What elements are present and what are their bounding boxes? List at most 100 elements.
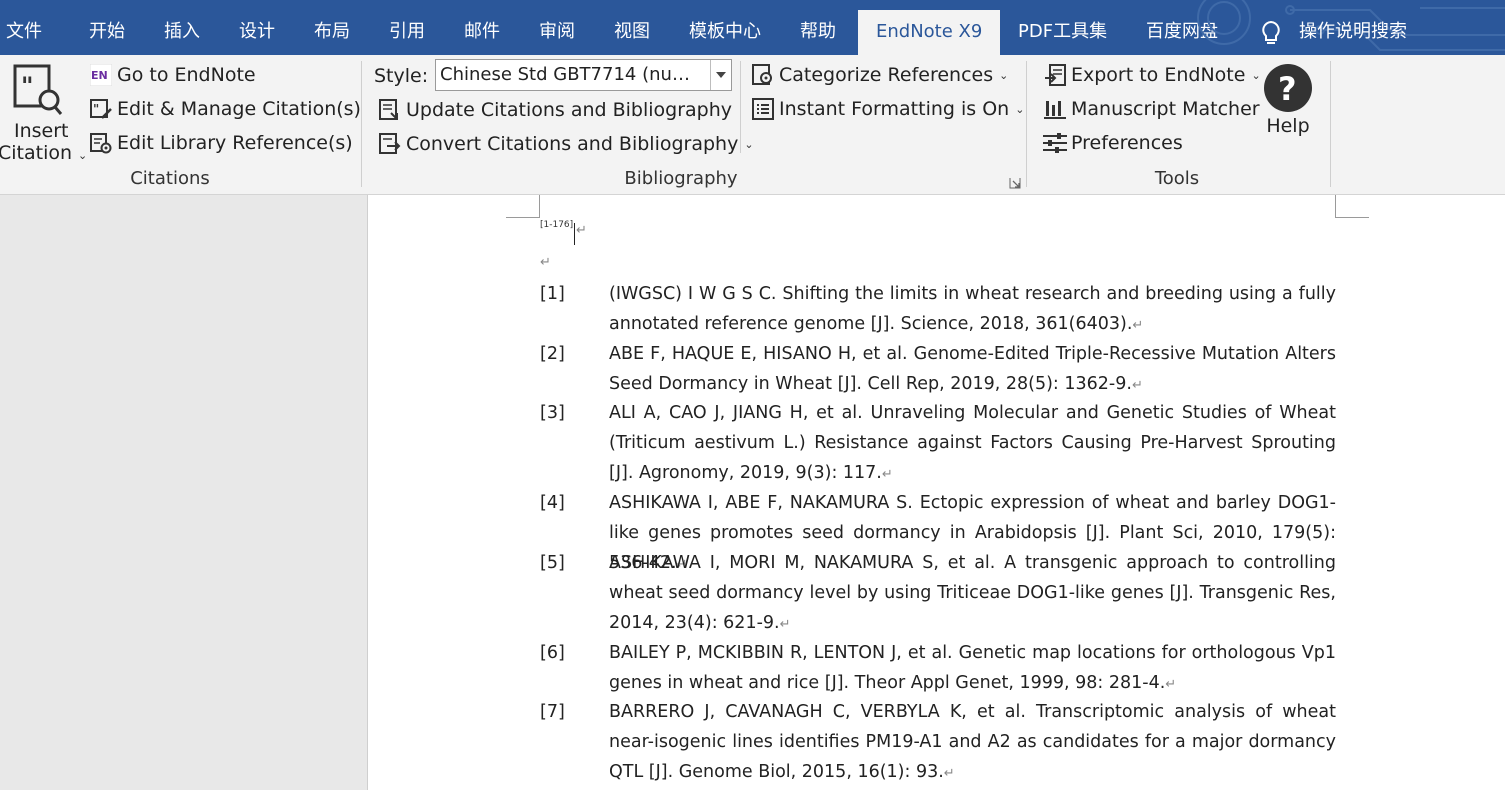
reference-number: [5] bbox=[540, 553, 565, 573]
convert-citations-label: Convert Citations and Bibliography bbox=[406, 133, 739, 155]
chevron-down-icon: ⌄ bbox=[744, 137, 754, 151]
tab-design[interactable]: 设计 bbox=[239, 0, 275, 55]
reference-number: [7] bbox=[540, 702, 565, 722]
insert-citation-label-line1: Insert bbox=[14, 120, 69, 142]
instant-formatting-icon bbox=[751, 97, 775, 121]
tell-me-search[interactable]: 操作说明搜索 bbox=[1299, 0, 1407, 55]
library-settings-icon bbox=[89, 131, 113, 155]
paragraph-mark-icon: ↵ bbox=[779, 616, 791, 632]
tab-layout[interactable]: 布局 bbox=[314, 0, 350, 55]
edit-library-reference-label: Edit Library Reference(s) bbox=[117, 132, 353, 154]
export-icon bbox=[1043, 63, 1067, 87]
text-cursor bbox=[574, 223, 575, 245]
reference-text: BAILEY P, MCKIBBIN R, LENTON J, et al. G… bbox=[609, 643, 1336, 693]
manuscript-matcher-button[interactable]: Manuscript Matcher bbox=[1043, 94, 1260, 124]
bibliography-entry[interactable]: [2] ABE F, HAQUE E, HISANO H, et al. Gen… bbox=[540, 340, 1336, 401]
tab-mailings[interactable]: 邮件 bbox=[464, 0, 500, 55]
dialog-launcher-icon[interactable] bbox=[1009, 174, 1021, 189]
categorize-settings-icon bbox=[751, 63, 775, 87]
edit-manage-citations-label: Edit & Manage Citation(s) bbox=[117, 98, 361, 120]
update-citations-label: Update Citations and Bibliography bbox=[406, 99, 733, 121]
group-separator bbox=[740, 61, 741, 153]
edit-library-reference-button[interactable]: Edit Library Reference(s) bbox=[89, 128, 353, 158]
reference-text: ALI A, CAO J, JIANG H, et al. Unraveling… bbox=[609, 403, 1336, 483]
reference-number: [1] bbox=[540, 284, 565, 304]
edit-manage-citations-button[interactable]: " Edit & Manage Citation(s) bbox=[89, 94, 361, 124]
help-label: Help bbox=[1266, 115, 1310, 137]
reference-text: ABE F, HAQUE E, HISANO H, et al. Genome-… bbox=[609, 344, 1336, 394]
go-to-endnote-button[interactable]: EN Go to EndNote bbox=[89, 60, 256, 90]
reference-number: [2] bbox=[540, 344, 565, 364]
paragraph-mark-icon: ↵ bbox=[1165, 676, 1177, 692]
categorize-references-button[interactable]: Categorize References ⌄ bbox=[751, 60, 1008, 90]
reference-number: [3] bbox=[540, 403, 565, 423]
bar-chart-icon bbox=[1043, 97, 1067, 121]
tab-review[interactable]: 审阅 bbox=[539, 0, 575, 55]
tools-group-label: Tools bbox=[1154, 168, 1200, 189]
bibliography-entry[interactable]: [5] ASHIKAWA I, MORI M, NAKAMURA S, et a… bbox=[540, 549, 1336, 639]
tab-view[interactable]: 视图 bbox=[614, 0, 650, 55]
reference-number: [6] bbox=[540, 643, 565, 663]
tab-references[interactable]: 引用 bbox=[389, 0, 425, 55]
group-separator bbox=[1330, 61, 1331, 187]
reference-text: (IWGSC) I W G S C. Shifting the limits i… bbox=[609, 284, 1336, 334]
paragraph-mark-icon: ↵ bbox=[576, 223, 587, 238]
convert-document-icon bbox=[378, 132, 402, 156]
tab-help[interactable]: 帮助 bbox=[800, 0, 836, 55]
citation-marker[interactable]: [1-176] bbox=[540, 220, 573, 230]
chevron-down-icon: ⌄ bbox=[1251, 68, 1261, 82]
endnote-logo-icon: EN bbox=[89, 63, 113, 87]
lightbulb-icon bbox=[1260, 20, 1282, 50]
svg-text:EN: EN bbox=[91, 69, 108, 82]
export-to-endnote-button[interactable]: Export to EndNote ⌄ bbox=[1043, 60, 1261, 90]
tab-insert[interactable]: 插入 bbox=[164, 0, 200, 55]
style-label: Style: bbox=[374, 65, 429, 87]
tab-endnote-x9[interactable]: EndNote X9 bbox=[858, 10, 1001, 55]
tab-file[interactable]: 文件 bbox=[6, 0, 42, 55]
document-page[interactable]: [1-176] ↵ ↵ [1] (IWGSC) I W G S C. Shift… bbox=[368, 195, 1505, 790]
tab-home[interactable]: 开始 bbox=[89, 0, 125, 55]
reference-text: ASHIKAWA I, MORI M, NAKAMURA S, et al. A… bbox=[609, 553, 1336, 633]
manuscript-matcher-label: Manuscript Matcher bbox=[1071, 98, 1260, 120]
update-document-icon bbox=[378, 98, 402, 122]
preferences-label: Preferences bbox=[1071, 132, 1183, 154]
instant-formatting-button[interactable]: Instant Formatting is On ⌄ bbox=[751, 94, 1024, 124]
categorize-references-label: Categorize References bbox=[779, 64, 994, 86]
group-separator bbox=[1026, 61, 1027, 187]
chevron-down-icon: ⌄ bbox=[999, 68, 1009, 82]
paragraph-mark-icon: ↵ bbox=[943, 765, 955, 781]
tab-template-center[interactable]: 模板中心 bbox=[689, 0, 761, 55]
paragraph-mark-icon: ↵ bbox=[881, 466, 893, 482]
svg-text:": " bbox=[93, 102, 99, 116]
update-citations-bibliography-button[interactable]: Update Citations and Bibliography bbox=[378, 95, 732, 125]
insert-citation-label-line2: Citation ⌄ bbox=[0, 142, 88, 164]
navigation-pane-area bbox=[0, 195, 368, 790]
reference-number: [4] bbox=[540, 493, 565, 513]
convert-citations-bibliography-button[interactable]: Convert Citations and Bibliography ⌄ bbox=[378, 129, 754, 159]
margin-corner-mark-left bbox=[506, 195, 540, 218]
paragraph-mark-icon: ↵ bbox=[1132, 317, 1144, 333]
edit-citation-icon: " bbox=[89, 97, 113, 121]
insert-citation-icon: " bbox=[13, 64, 63, 120]
export-to-endnote-label: Export to EndNote bbox=[1071, 64, 1246, 86]
svg-text:?: ? bbox=[1278, 70, 1297, 108]
help-button[interactable]: ? Help bbox=[1262, 63, 1314, 153]
insert-citation-button[interactable]: " Insert Citation ⌄ bbox=[0, 61, 87, 164]
preferences-button[interactable]: Preferences bbox=[1043, 128, 1183, 158]
style-dropdown[interactable]: Chinese Std GBT7714 (numeric) bbox=[435, 59, 732, 91]
bibliography-entry[interactable]: [1] (IWGSC) I W G S C. Shifting the limi… bbox=[540, 280, 1336, 341]
bibliography-entry[interactable]: [3] ALI A, CAO J, JIANG H, et al. Unrave… bbox=[540, 399, 1336, 489]
tab-pdf-tools[interactable]: PDF工具集 bbox=[1018, 0, 1107, 55]
chevron-down-icon: ⌄ bbox=[1015, 102, 1025, 116]
paragraph-mark-icon: ↵ bbox=[540, 255, 551, 270]
dropdown-arrow-icon[interactable] bbox=[710, 60, 731, 90]
group-separator bbox=[361, 61, 362, 187]
sliders-icon bbox=[1043, 131, 1067, 155]
bibliography-group-label: Bibliography bbox=[624, 168, 738, 189]
bibliography-entry[interactable]: [7] BARRERO J, CAVANAGH C, VERBYLA K, et… bbox=[540, 698, 1336, 788]
instant-formatting-label: Instant Formatting is On bbox=[779, 98, 1010, 120]
bibliography-entry[interactable]: [6] BAILEY P, MCKIBBIN R, LENTON J, et a… bbox=[540, 639, 1336, 700]
go-to-endnote-label: Go to EndNote bbox=[117, 64, 256, 86]
paragraph-mark-icon: ↵ bbox=[1131, 377, 1143, 393]
style-dropdown-value: Chinese Std GBT7714 (numeric) bbox=[440, 64, 706, 85]
